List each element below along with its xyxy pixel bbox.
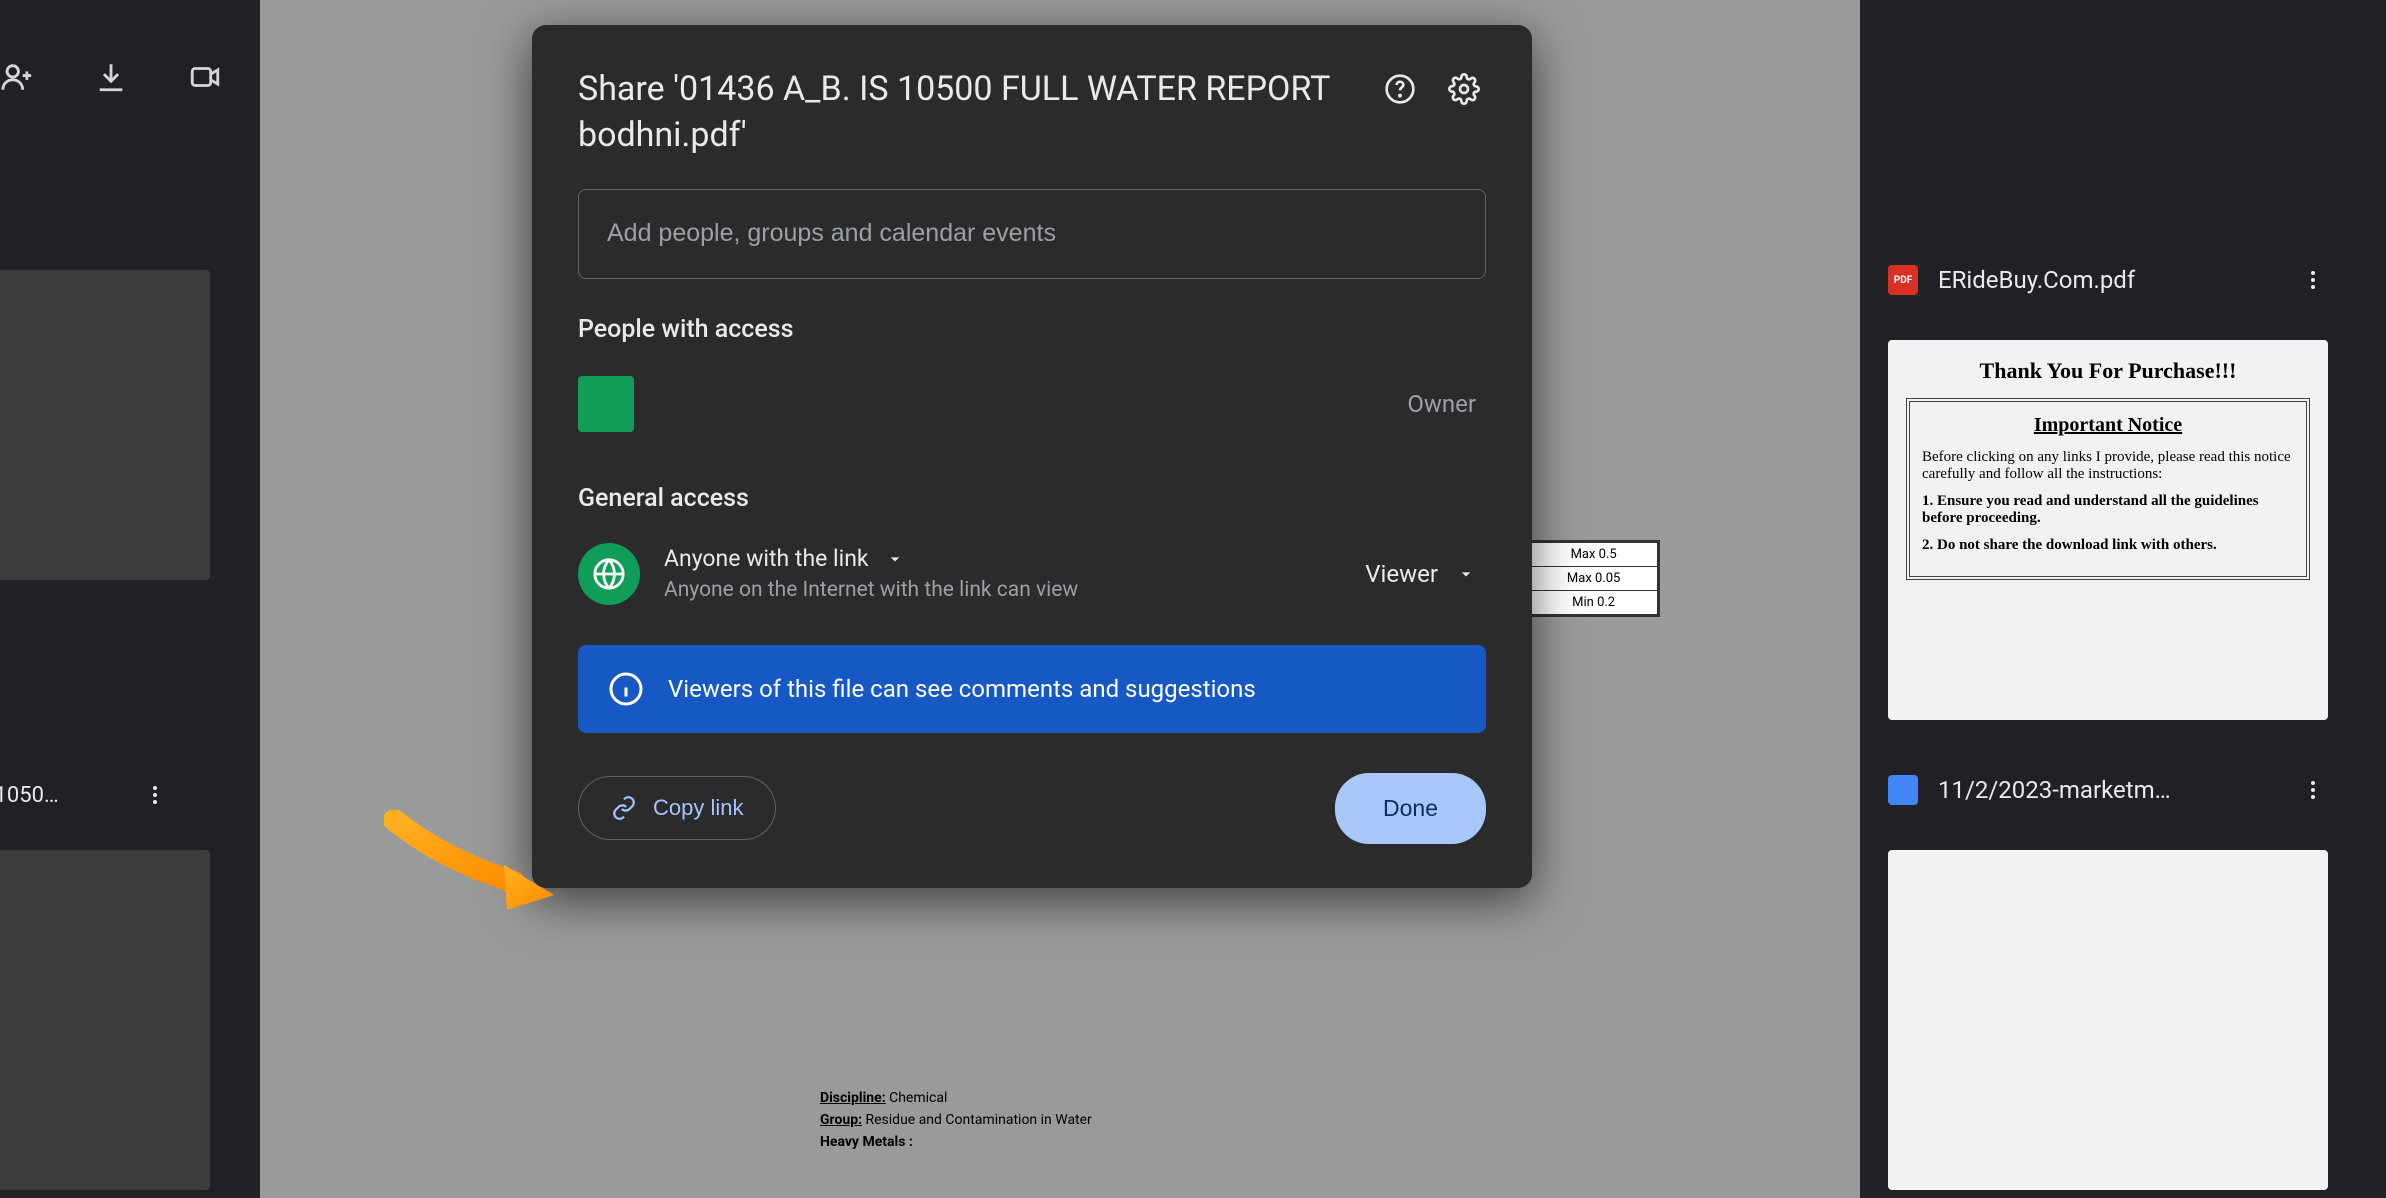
left-thumbnail-2[interactable]: [0, 850, 210, 1190]
info-icon: [608, 671, 644, 707]
notice-b2: 2. Do not share the download link with o…: [1922, 537, 2217, 553]
gear-icon[interactable]: [1442, 67, 1486, 111]
owner-avatar: [578, 376, 634, 432]
globe-icon: [578, 543, 640, 605]
chevron-down-icon: [885, 549, 905, 569]
people-with-access-heading: People with access: [578, 315, 1486, 344]
document-meta: Discipline: Chemical Group: Residue and …: [820, 1090, 1092, 1156]
role-label: Viewer: [1365, 560, 1438, 588]
info-text: Viewers of this file can see comments an…: [668, 675, 1256, 703]
general-access-row: Anyone with the link Anyone on the Inter…: [578, 537, 1486, 611]
add-people-input[interactable]: [578, 189, 1486, 279]
more-icon[interactable]: [140, 780, 170, 810]
right-thumb-row-2[interactable]: 11/2/2023-marketm…: [1888, 760, 2328, 820]
role-dropdown[interactable]: Viewer: [1355, 554, 1486, 594]
owner-row: Owner: [578, 368, 1486, 448]
left-thumb-text: IS 1050…: [0, 783, 59, 808]
video-icon[interactable]: [188, 60, 222, 94]
help-icon[interactable]: [1378, 67, 1422, 111]
download-icon[interactable]: [94, 60, 128, 94]
notice-b1: 1. Ensure you read and understand all th…: [1922, 493, 2259, 526]
dialog-header: Share '01436 A_B. IS 10500 FULL WATER RE…: [578, 67, 1486, 159]
left-thumbnail-1[interactable]: [0, 270, 210, 580]
right-thumb-row-1[interactable]: PDF ERideBuy.Com.pdf: [1888, 250, 2328, 310]
link-icon: [611, 795, 637, 821]
link-scope-sub: Anyone on the Internet with the link can…: [664, 578, 1331, 602]
doc-badge-icon: [1888, 775, 1918, 805]
share-dialog: Share '01436 A_B. IS 10500 FULL WATER RE…: [532, 25, 1532, 888]
notice-title: Thank You For Purchase!!!: [1906, 358, 2310, 384]
notice-heading: Important Notice: [1922, 414, 2294, 437]
dialog-title: Share '01436 A_B. IS 10500 FULL WATER RE…: [578, 67, 1358, 159]
toolbar: [0, 60, 222, 94]
owner-label: Owner: [1407, 390, 1476, 418]
done-button[interactable]: Done: [1335, 773, 1486, 844]
general-access-heading: General access: [578, 484, 1486, 513]
more-icon[interactable]: [2298, 775, 2328, 805]
copy-link-label: Copy link: [653, 795, 743, 821]
left-thumbnail-label: IS 1050…: [0, 780, 170, 810]
link-scope-label: Anyone with the link: [664, 545, 869, 572]
right-thumb-preview-1[interactable]: Thank You For Purchase!!! Important Noti…: [1888, 340, 2328, 720]
right-thumb-preview-2[interactable]: [1888, 850, 2328, 1190]
more-icon[interactable]: [2298, 265, 2328, 295]
right-thumbnails: PDF ERideBuy.Com.pdf Thank You For Purch…: [1888, 250, 2328, 1190]
notice-p: Before clicking on any links I provide, …: [1922, 449, 2294, 483]
info-banner: Viewers of this file can see comments an…: [578, 645, 1486, 733]
chevron-down-icon: [1456, 564, 1476, 584]
pdf-badge-icon: PDF: [1888, 265, 1918, 295]
link-scope-dropdown[interactable]: Anyone with the link: [664, 545, 1331, 572]
right-thumb-label-1: ERideBuy.Com.pdf: [1938, 266, 2278, 294]
dialog-footer: Copy link Done: [578, 773, 1486, 844]
right-thumb-label-2: 11/2/2023-marketm…: [1938, 776, 2278, 804]
add-user-icon[interactable]: [0, 60, 34, 94]
copy-link-button[interactable]: Copy link: [578, 776, 776, 840]
